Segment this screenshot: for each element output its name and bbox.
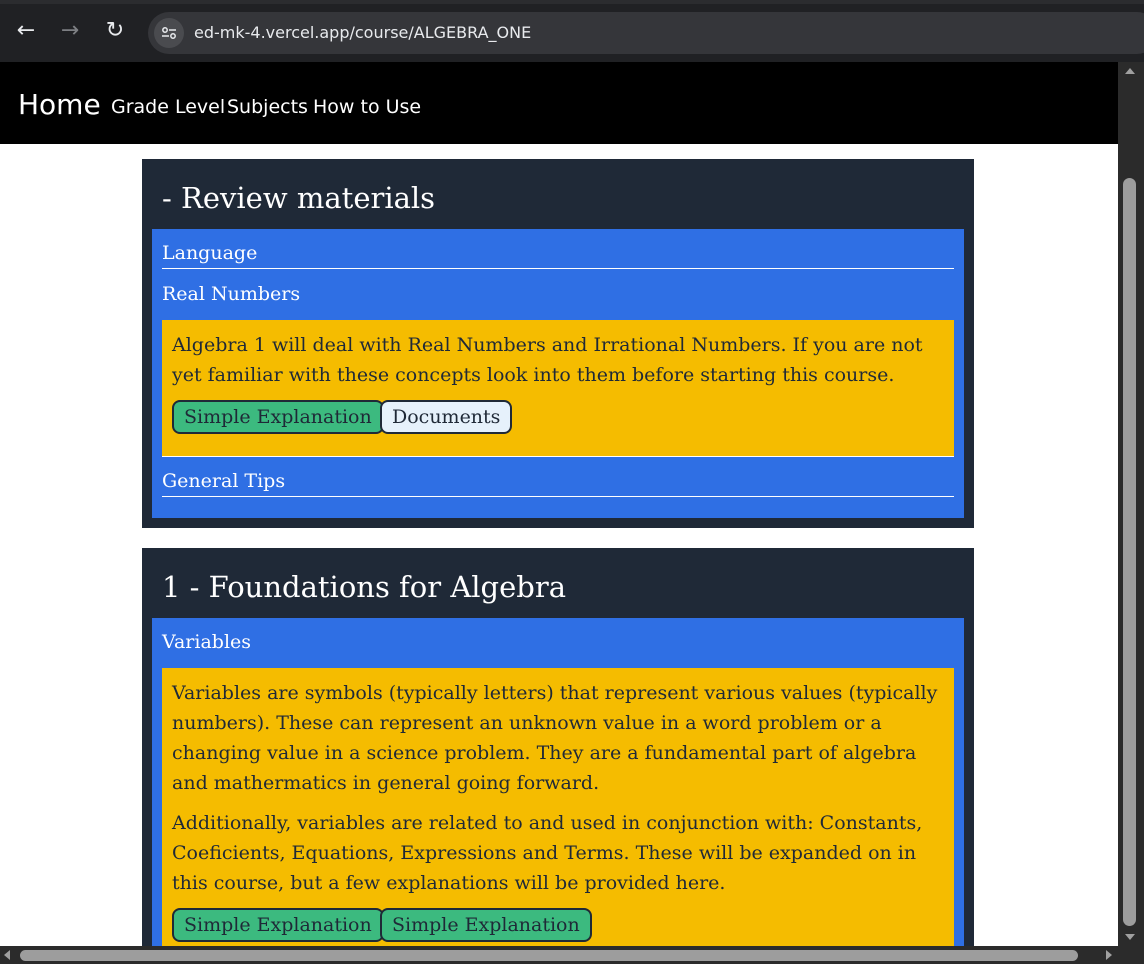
vertical-scrollbar[interactable] (1118, 62, 1144, 946)
unit-title: - Review materials (162, 181, 436, 215)
topic-variables[interactable]: Variables (162, 631, 954, 653)
simple-explanation-button[interactable]: Simple Explanation (380, 908, 592, 942)
address-bar[interactable]: ed-mk-4.vercel.app/course/ALGEBRA_ONE (148, 12, 1144, 54)
nav-how-to-use-link[interactable]: How to Use (313, 96, 421, 118)
back-icon[interactable]: ← (11, 16, 41, 46)
site-info-icon[interactable] (154, 18, 184, 48)
unit-card: - Review materials Language Real Numbers… (142, 159, 974, 528)
topic-description: Additionally, variables are related to a… (172, 812, 923, 894)
unit-card: 1 - Foundations for Algebra Variables Va… (142, 548, 974, 946)
course-content: - Review materials Language Real Numbers… (0, 144, 1118, 946)
documents-button[interactable]: Documents (380, 400, 513, 434)
topic-general-tips[interactable]: General Tips (162, 470, 954, 492)
forward-icon[interactable]: → (55, 16, 85, 46)
topic-language[interactable]: Language (162, 242, 954, 264)
topic-panel: Variables Variables are symbols (typical… (152, 618, 964, 946)
simple-explanation-button[interactable]: Simple Explanation (172, 400, 384, 434)
scrollbar-corner (1118, 946, 1144, 964)
topic-divider (162, 496, 954, 497)
topic-description: Algebra 1 will deal with Real Numbers an… (172, 334, 923, 386)
unit-title: 1 - Foundations for Algebra (162, 570, 566, 604)
topic-content-box: Variables are symbols (typically letters… (162, 668, 954, 946)
browser-toolbar: ← → ↻ ed-mk-4.vercel.app/course/ALGEBRA_… (0, 0, 1144, 62)
site-navbar: Home Grade Level Subjects How to Use (0, 62, 1118, 144)
topic-description: Variables are symbols (typically letters… (172, 682, 938, 794)
topic-real-numbers[interactable]: Real Numbers (162, 283, 954, 305)
horizontal-scrollbar-thumb[interactable] (20, 950, 1078, 961)
scroll-down-icon[interactable] (1125, 934, 1135, 940)
scroll-right-icon[interactable] (1106, 950, 1112, 960)
url-text[interactable]: ed-mk-4.vercel.app/course/ALGEBRA_ONE (194, 23, 531, 42)
vertical-scrollbar-thumb[interactable] (1123, 178, 1136, 926)
topic-divider (162, 268, 954, 269)
nav-grade-level-link[interactable]: Grade Level (111, 96, 225, 118)
topic-panel: Language Real Numbers Algebra 1 will dea… (152, 229, 964, 518)
scroll-up-icon[interactable] (1125, 68, 1135, 74)
topic-divider (162, 456, 954, 457)
reload-icon[interactable]: ↻ (100, 16, 130, 46)
nav-home-link[interactable]: Home (18, 88, 101, 121)
nav-subjects-link[interactable]: Subjects (227, 96, 308, 118)
simple-explanation-button[interactable]: Simple Explanation (172, 908, 384, 942)
scroll-left-icon[interactable] (4, 950, 10, 960)
horizontal-scrollbar[interactable] (0, 946, 1118, 964)
topic-content-box: Algebra 1 will deal with Real Numbers an… (162, 320, 954, 456)
